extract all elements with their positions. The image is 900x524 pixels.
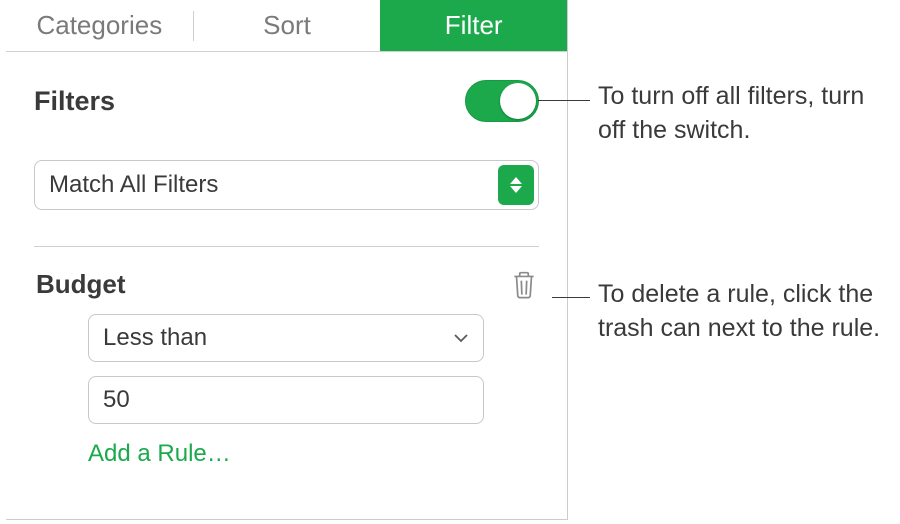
- operator-value: Less than: [103, 324, 207, 352]
- tab-sort[interactable]: Sort: [194, 0, 381, 51]
- callout-leader-line: [538, 100, 590, 101]
- tab-categories[interactable]: Categories: [6, 0, 193, 51]
- stepper-icon: [498, 165, 534, 205]
- tab-filter[interactable]: Filter: [380, 0, 567, 51]
- filters-section: Filters Match All Filters Budget: [6, 52, 567, 468]
- filter-panel: Categories Sort Filter Filters Match All…: [6, 0, 568, 520]
- filters-heading: Filters: [34, 86, 115, 117]
- add-rule-link[interactable]: Add a Rule…: [88, 440, 539, 468]
- rule-column-name: Budget: [36, 269, 126, 300]
- rule-body: Less than Add a Rule…: [34, 300, 539, 468]
- tab-bar: Categories Sort Filter: [6, 0, 567, 52]
- filters-toggle[interactable]: [465, 80, 539, 122]
- callout-leader-line: [552, 297, 590, 298]
- match-mode-select[interactable]: Match All Filters: [34, 160, 539, 210]
- callout-switch: To turn off all filters, turn off the sw…: [598, 80, 878, 148]
- trash-icon[interactable]: [511, 270, 537, 300]
- toggle-knob: [500, 83, 536, 119]
- tab-label: Categories: [36, 10, 162, 41]
- tab-label: Sort: [263, 10, 311, 41]
- filters-header-row: Filters: [34, 80, 539, 122]
- section-divider: [34, 246, 539, 247]
- rule-header: Budget: [34, 269, 539, 300]
- match-mode-value: Match All Filters: [49, 171, 218, 199]
- chevron-down-icon: [453, 330, 469, 346]
- callout-trash: To delete a rule, click the trash can ne…: [598, 278, 888, 346]
- operator-select[interactable]: Less than: [88, 314, 484, 362]
- tab-label: Filter: [445, 10, 503, 41]
- value-input[interactable]: [88, 376, 484, 424]
